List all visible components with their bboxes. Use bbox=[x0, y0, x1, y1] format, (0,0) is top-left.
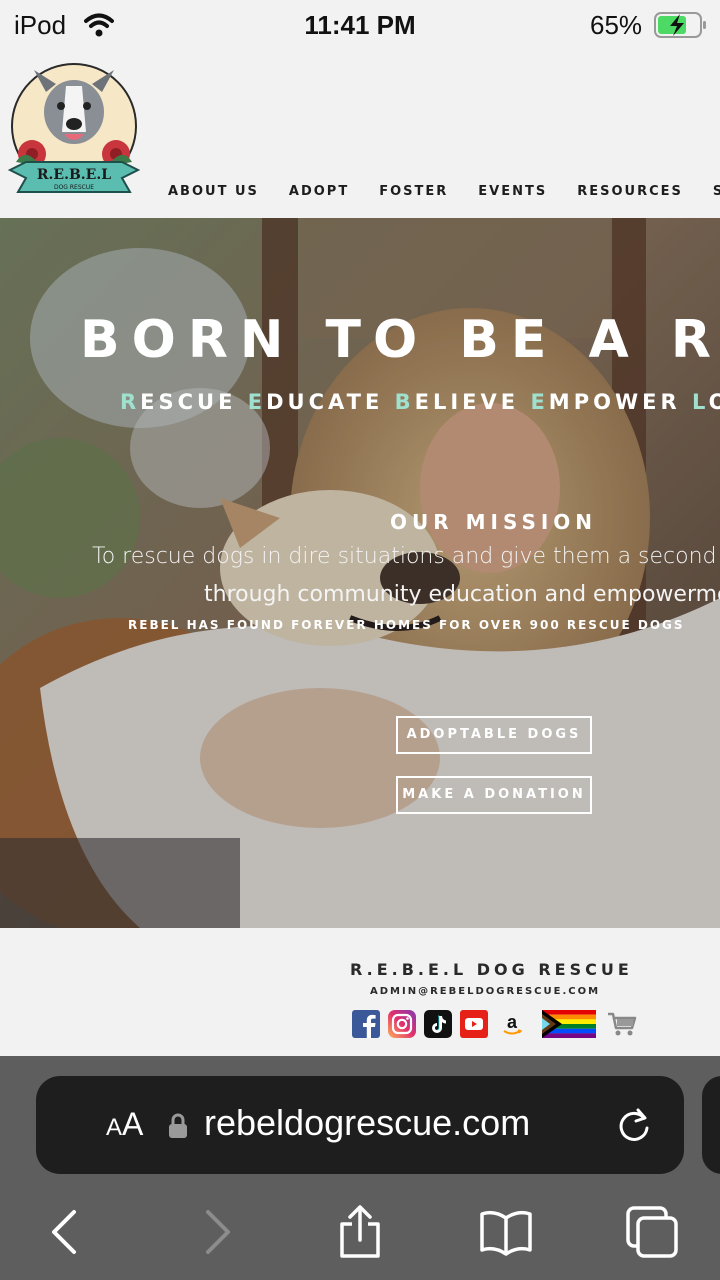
site-header: R.E.B.E.L DOG RESCUE ABOUT US ADOPT FOSTER… bbox=[0, 52, 720, 220]
forward-icon[interactable] bbox=[188, 1204, 244, 1260]
back-icon[interactable] bbox=[38, 1204, 94, 1260]
svg-text:a: a bbox=[507, 1012, 518, 1032]
logo-text: R.E.B.E.L bbox=[37, 167, 111, 183]
tagline-initial-b: B bbox=[394, 390, 415, 414]
site-footer: R.E.B.E.L DOG RESCUE ADMIN@REBELDOGRESCU… bbox=[0, 928, 720, 1056]
youtube-icon[interactable] bbox=[460, 1010, 488, 1038]
reload-icon[interactable] bbox=[614, 1104, 654, 1146]
lock-icon bbox=[169, 1113, 187, 1138]
browser-chrome: AA rebeldogrescue.com bbox=[0, 1056, 720, 1280]
nav-item-events[interactable]: EVENTS bbox=[478, 184, 547, 199]
bookmarks-icon[interactable] bbox=[478, 1204, 534, 1260]
tagline-initial-r: R bbox=[120, 390, 141, 414]
nav-item-resources[interactable]: RESOURCES bbox=[577, 184, 683, 199]
share-icon[interactable] bbox=[332, 1204, 388, 1260]
pride-flag-icon[interactable] bbox=[542, 1010, 596, 1038]
mission-statement-line2: through community education and empowerm… bbox=[204, 582, 720, 607]
adoptable-dogs-button[interactable]: ADOPTABLE DOGS bbox=[396, 716, 592, 754]
hero-section: BORN TO BE A REBEL RESCUE EDUCATE BELIEV… bbox=[0, 218, 720, 928]
nav-item-about-us[interactable]: ABOUT US bbox=[168, 184, 259, 199]
nav-item-overflow[interactable]: S bbox=[713, 184, 720, 199]
main-nav: ABOUT US ADOPT FOSTER EVENTS RESOURCES S bbox=[168, 180, 720, 199]
mission-statement-line1: To rescue dogs in dire situations and gi… bbox=[92, 544, 720, 569]
hero-title: BORN TO BE A REBEL bbox=[80, 310, 720, 370]
tiktok-icon[interactable] bbox=[424, 1010, 452, 1038]
cart-icon[interactable] bbox=[606, 1010, 638, 1038]
tabs-icon[interactable] bbox=[624, 1204, 680, 1260]
facebook-icon[interactable] bbox=[352, 1010, 380, 1038]
battery-percentage: 65% bbox=[590, 10, 643, 40]
tagline-word-rescue: ESCUE bbox=[140, 390, 237, 414]
footer-org-name: R.E.B.E.L DOG RESCUE bbox=[350, 960, 633, 979]
logo-subtext: DOG RESCUE bbox=[54, 184, 94, 191]
url-text[interactable]: rebeldogrescue.com bbox=[204, 1102, 530, 1144]
address-bar[interactable]: AA rebeldogrescue.com bbox=[36, 1076, 684, 1174]
tagline-initial-e2: E bbox=[530, 390, 549, 414]
tagline-initial-e: E bbox=[247, 390, 267, 414]
status-bar: iPod 11:41 PM 65% bbox=[0, 0, 720, 52]
nav-item-adopt[interactable]: ADOPT bbox=[289, 184, 349, 199]
tagline-word-empower: MPOWER bbox=[548, 390, 681, 414]
tagline-word-love: OVE bbox=[709, 390, 720, 414]
rebel-logo[interactable]: R.E.B.E.L DOG RESCUE bbox=[6, 62, 142, 202]
make-donation-button[interactable]: MAKE A DONATION bbox=[396, 776, 592, 814]
instagram-icon[interactable] bbox=[388, 1010, 416, 1038]
amazon-icon[interactable]: a bbox=[498, 1010, 526, 1038]
tagline-word-educate: DUCATE bbox=[266, 390, 384, 414]
mission-heading: OUR MISSION bbox=[390, 510, 598, 534]
homes-stat: REBEL HAS FOUND FOREVER HOMES FOR OVER 9… bbox=[128, 618, 685, 632]
footer-email-link[interactable]: ADMIN@REBELDOGRESCUE.COM bbox=[370, 986, 600, 997]
hero-tagline: RESCUE EDUCATE BELIEVE EMPOWER LOVE bbox=[120, 390, 720, 414]
text-size-button[interactable]: AA bbox=[106, 1106, 143, 1143]
nav-item-foster[interactable]: FOSTER bbox=[379, 184, 448, 199]
tagline-word-believe: ELIEVE bbox=[414, 390, 520, 414]
hero-content: BORN TO BE A REBEL RESCUE EDUCATE BELIEV… bbox=[0, 218, 720, 928]
next-tab-preview[interactable] bbox=[702, 1076, 720, 1174]
tagline-initial-l: L bbox=[691, 390, 709, 414]
battery-charging-icon bbox=[654, 12, 706, 38]
